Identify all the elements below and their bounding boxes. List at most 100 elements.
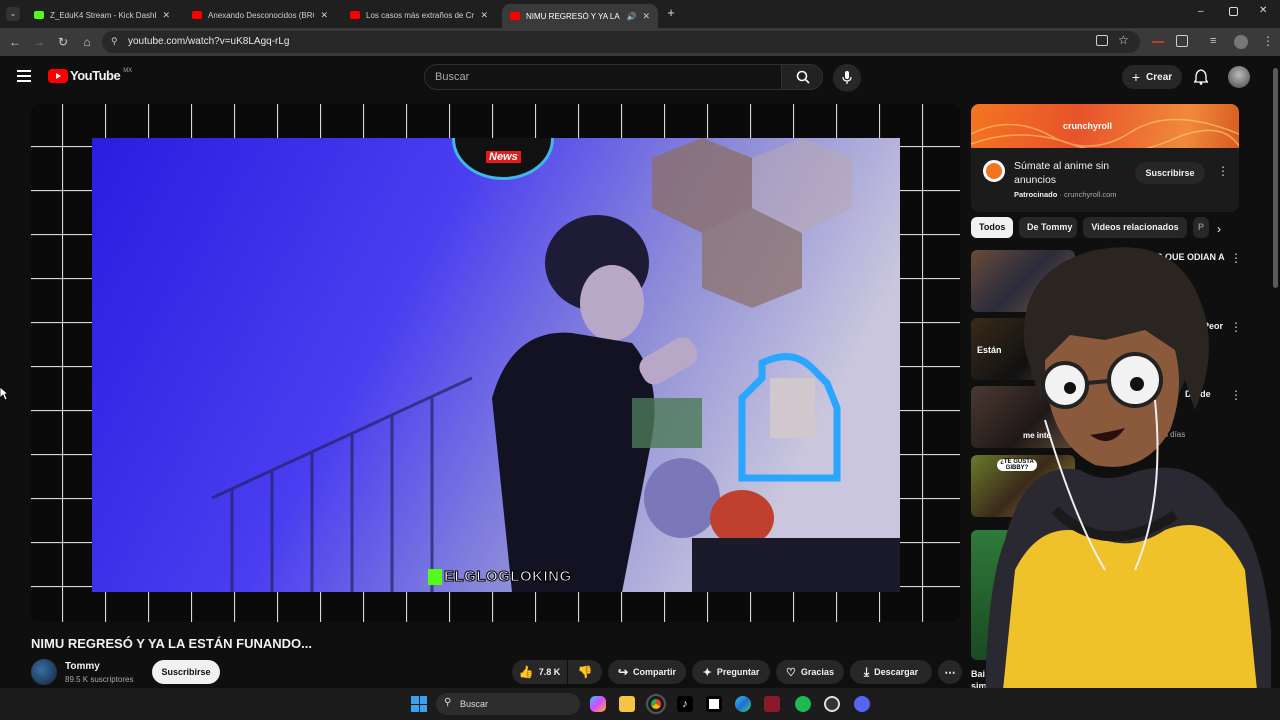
new-tab-icon[interactable]: + (664, 6, 678, 20)
like-count: 7.8 K (538, 667, 561, 677)
edge-icon[interactable] (735, 696, 751, 712)
profile-avatar[interactable] (1234, 35, 1248, 49)
plus-icon: + (1131, 69, 1141, 85)
ad-title[interactable]: Súmate al anime sin anuncios (1014, 159, 1124, 187)
browser-toolbar: ← → ↻ ⌂ ⚲ youtube.com/watch?v=uK8LAgq-rL… (0, 28, 1280, 56)
browser-tab-nimu[interactable]: NIMU REGRESÓ Y YA LA ES 🔊 ✕ (502, 4, 658, 28)
account-avatar[interactable] (1228, 66, 1250, 88)
spotify-icon[interactable] (795, 696, 811, 712)
kick-logo-icon (428, 568, 442, 585)
close-tab-icon[interactable]: ✕ (642, 11, 650, 22)
sponsored-label: Patrocinado (1014, 190, 1058, 199)
ask-label: Preguntar (716, 667, 760, 677)
youtube-play-icon (48, 68, 68, 83)
chip-partial[interactable]: P (1193, 217, 1209, 238)
like-button[interactable]: 👍 7.8 K (512, 660, 567, 684)
thanks-heart-icon: ♡ (786, 666, 796, 679)
ask-button[interactable]: ✦ Preguntar (692, 660, 770, 684)
thumbs-up-icon: 👍 (518, 665, 534, 679)
tab-title: Los casos más extraños de Crip (366, 10, 475, 20)
download-icon: ⤓ (863, 664, 870, 679)
thumbs-down-icon: 👎 (577, 665, 593, 679)
region-code: MX (123, 68, 133, 74)
mouse-cursor-icon (0, 387, 8, 401)
chip-videos-relacionados[interactable]: Videos relacionados (1083, 217, 1187, 238)
more-horizontal-icon: ⋯ (944, 666, 956, 679)
chip-todos[interactable]: Todos (971, 217, 1013, 238)
close-tab-icon[interactable]: ✕ (162, 10, 170, 21)
browser-menu-icon[interactable]: ⋮ (1262, 34, 1274, 48)
close-tab-icon[interactable]: ✕ (320, 10, 328, 21)
scrollbar-thumb[interactable] (1273, 68, 1278, 288)
chevron-right-icon[interactable]: › (1217, 222, 1221, 236)
close-window-icon[interactable]: ✕ (1259, 5, 1267, 16)
restore-icon[interactable] (1229, 7, 1238, 16)
speaker-icon[interactable]: 🔊 (626, 12, 636, 21)
ad-brand-logo: crunchyroll (1063, 121, 1113, 131)
close-tab-icon[interactable]: ✕ (480, 10, 488, 21)
tiktok-icon[interactable]: ♪ (677, 696, 693, 712)
extension-indicator-icon[interactable] (1152, 41, 1164, 43)
extensions-puzzle-icon[interactable] (1176, 35, 1188, 47)
news-badge-label: News (486, 151, 521, 163)
hamburger-menu-icon[interactable] (17, 70, 31, 82)
browser-tab-kick[interactable]: Z_EduK4 Stream - Kick Dashboard ✕ (26, 4, 178, 26)
forward-icon[interactable]: → (30, 33, 48, 51)
copilot-icon[interactable] (590, 696, 606, 712)
tab-search-icon[interactable]: ≡ (1210, 35, 1216, 47)
thanks-button[interactable]: ♡ Gracias (776, 660, 844, 684)
tab-title: Anexando Desconocidos (BRON (208, 10, 315, 20)
bookmark-star-icon[interactable]: ☆ (1118, 33, 1129, 47)
search-input[interactable]: Buscar (424, 64, 782, 90)
ad-menu-icon[interactable]: ⋮ (1217, 164, 1229, 178)
youtube-favicon-icon (192, 11, 202, 19)
install-app-icon[interactable] (1096, 35, 1108, 46)
channel-avatar[interactable] (31, 659, 57, 685)
page-scrollbar[interactable] (1271, 56, 1280, 688)
youtube-logo[interactable]: YouTube MX (48, 68, 132, 83)
video-player[interactable]: News ELGLOGLOKING (31, 104, 960, 622)
search-button[interactable] (781, 64, 823, 90)
tab-list-dropdown-icon[interactable]: ⌄ (6, 7, 20, 21)
back-icon[interactable]: ← (6, 33, 24, 51)
chrome-icon[interactable] (646, 694, 666, 714)
browser-tab-casos[interactable]: Los casos más extraños de Crip ✕ (342, 4, 496, 26)
tab-title: NIMU REGRESÓ Y YA LA ES (526, 11, 623, 21)
create-label: Crear (1146, 71, 1173, 83)
chip-de-tommy[interactable]: De Tommy (1019, 217, 1077, 238)
taskbar-search-icon: ⚲ (444, 697, 452, 708)
download-button[interactable]: ⤓ Descargar (850, 660, 932, 684)
discord-icon[interactable] (854, 696, 870, 712)
obs-icon[interactable] (824, 696, 840, 712)
dislike-button[interactable]: 👎 (568, 660, 602, 684)
notifications-bell-icon[interactable] (1194, 69, 1208, 85)
channel-name[interactable]: Tommy (65, 661, 100, 672)
windows-start-icon[interactable] (411, 696, 427, 712)
file-explorer-icon[interactable] (619, 696, 635, 712)
reload-icon[interactable]: ↻ (54, 33, 72, 51)
video-title: NIMU REGRESÓ Y YA LA ESTÁN FUNANDO... (31, 636, 312, 651)
address-bar[interactable]: ⚲ youtube.com/watch?v=uK8LAgq-rLg ☆ (102, 31, 1140, 53)
more-actions-button[interactable]: ⋯ (938, 660, 962, 684)
app-icon[interactable] (764, 696, 780, 712)
video-frame: News ELGLOGLOKING (92, 138, 900, 592)
home-icon[interactable]: ⌂ (78, 33, 96, 51)
taskbar-search-input[interactable]: Buscar (436, 693, 580, 715)
capcut-icon[interactable] (706, 696, 722, 712)
subscriber-count: 89.5 K suscriptores (65, 675, 134, 684)
share-arrow-icon: ↪ (617, 665, 629, 679)
share-button[interactable]: ↪ Compartir (608, 660, 686, 684)
create-button[interactable]: + Crear (1122, 65, 1182, 89)
youtube-favicon-icon (510, 12, 520, 20)
search-icon (796, 70, 810, 84)
browser-tab-anexando[interactable]: Anexando Desconocidos (BRON ✕ (184, 4, 336, 26)
site-info-icon[interactable]: ⚲ (111, 36, 118, 47)
voice-search-button[interactable] (833, 64, 861, 92)
minimize-icon[interactable]: – (1198, 6, 1210, 17)
sponsored-ad-card[interactable]: crunchyroll Súmate al anime sin anuncios… (971, 104, 1239, 212)
ad-sponsor-line: Patrocinado · crunchyroll.com (1014, 190, 1117, 199)
kick-favicon-icon (34, 11, 44, 19)
ad-subscribe-button[interactable]: Suscribirse (1135, 162, 1205, 184)
video-watermark: ELGLOGLOKING (428, 568, 572, 586)
subscribe-button[interactable]: Suscribirse (152, 660, 220, 684)
